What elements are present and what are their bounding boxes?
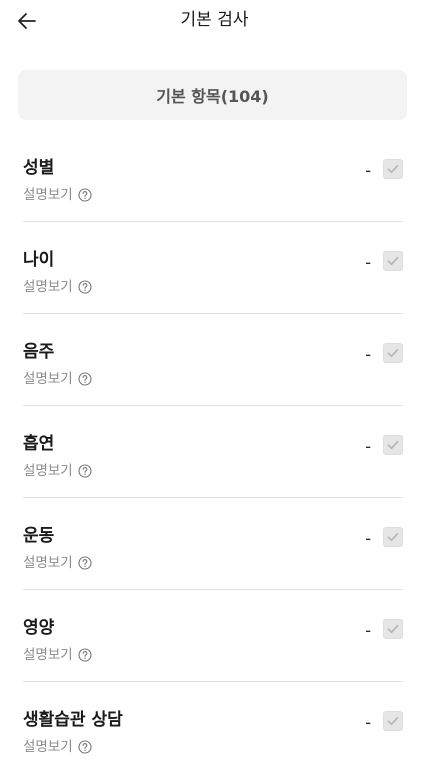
list-item-nutrition: 영양 설명보기 - (23, 590, 403, 682)
question-circle-icon (78, 648, 92, 662)
item-checkbox[interactable] (383, 159, 403, 179)
list-item-drinking: 음주 설명보기 - (23, 314, 403, 406)
view-description-label: 설명보기 (23, 187, 73, 203)
view-description-label: 설명보기 (23, 463, 73, 479)
view-description-link[interactable]: 설명보기 (23, 461, 92, 481)
item-title: 운동 (23, 526, 55, 546)
check-icon (387, 256, 399, 266)
question-circle-icon (78, 372, 92, 386)
check-icon (387, 532, 399, 542)
item-value: - (365, 161, 371, 180)
check-icon (387, 348, 399, 358)
page-title: 기본 검사 (180, 10, 249, 30)
check-icon (387, 716, 399, 726)
view-description-label: 설명보기 (23, 647, 73, 663)
view-description-label: 설명보기 (23, 279, 73, 295)
item-checkbox[interactable] (383, 711, 403, 731)
item-value: - (365, 621, 371, 640)
item-value: - (365, 345, 371, 364)
item-value: - (365, 253, 371, 272)
app-header: 기본 검사 (0, 0, 429, 44)
question-circle-icon (78, 464, 92, 478)
view-description-link[interactable]: 설명보기 (23, 737, 92, 757)
item-title: 영양 (23, 618, 55, 638)
question-circle-icon (78, 556, 92, 570)
question-circle-icon (78, 280, 92, 294)
arrow-left-icon (18, 13, 36, 29)
view-description-link[interactable]: 설명보기 (23, 369, 92, 389)
list-item-smoking: 흡연 설명보기 - (23, 406, 403, 498)
view-description-label: 설명보기 (23, 739, 73, 755)
check-icon (387, 624, 399, 634)
test-item-list: 성별 설명보기 - 나이 설명보기 - 음주 설명보기 - 흡연 설명보기 - … (23, 130, 403, 774)
item-title: 나이 (23, 250, 55, 270)
back-button[interactable] (10, 4, 44, 38)
item-value: - (365, 529, 371, 548)
view-description-link[interactable]: 설명보기 (23, 553, 92, 573)
question-circle-icon (78, 188, 92, 202)
view-description-label: 설명보기 (23, 555, 73, 571)
question-circle-icon (78, 740, 92, 754)
item-title: 성별 (23, 158, 55, 178)
view-description-label: 설명보기 (23, 371, 73, 387)
item-title: 흡연 (23, 434, 55, 454)
list-item-age: 나이 설명보기 - (23, 222, 403, 314)
view-description-link[interactable]: 설명보기 (23, 185, 92, 205)
view-description-link[interactable]: 설명보기 (23, 277, 92, 297)
view-description-link[interactable]: 설명보기 (23, 645, 92, 665)
check-icon (387, 440, 399, 450)
item-checkbox[interactable] (383, 527, 403, 547)
item-checkbox[interactable] (383, 343, 403, 363)
section-header-label: 기본 항목(104) (156, 87, 269, 106)
list-item-exercise: 운동 설명보기 - (23, 498, 403, 590)
list-item-gender: 성별 설명보기 - (23, 130, 403, 222)
item-value: - (365, 437, 371, 456)
item-checkbox[interactable] (383, 619, 403, 639)
item-value: - (365, 713, 371, 732)
item-title: 생활습관 상담 (23, 710, 123, 730)
list-item-lifestyle-counseling: 생활습관 상담 설명보기 - (23, 682, 403, 774)
check-icon (387, 164, 399, 174)
section-header-basic-items[interactable]: 기본 항목(104) (18, 70, 407, 120)
item-checkbox[interactable] (383, 435, 403, 455)
item-title: 음주 (23, 342, 55, 362)
item-checkbox[interactable] (383, 251, 403, 271)
